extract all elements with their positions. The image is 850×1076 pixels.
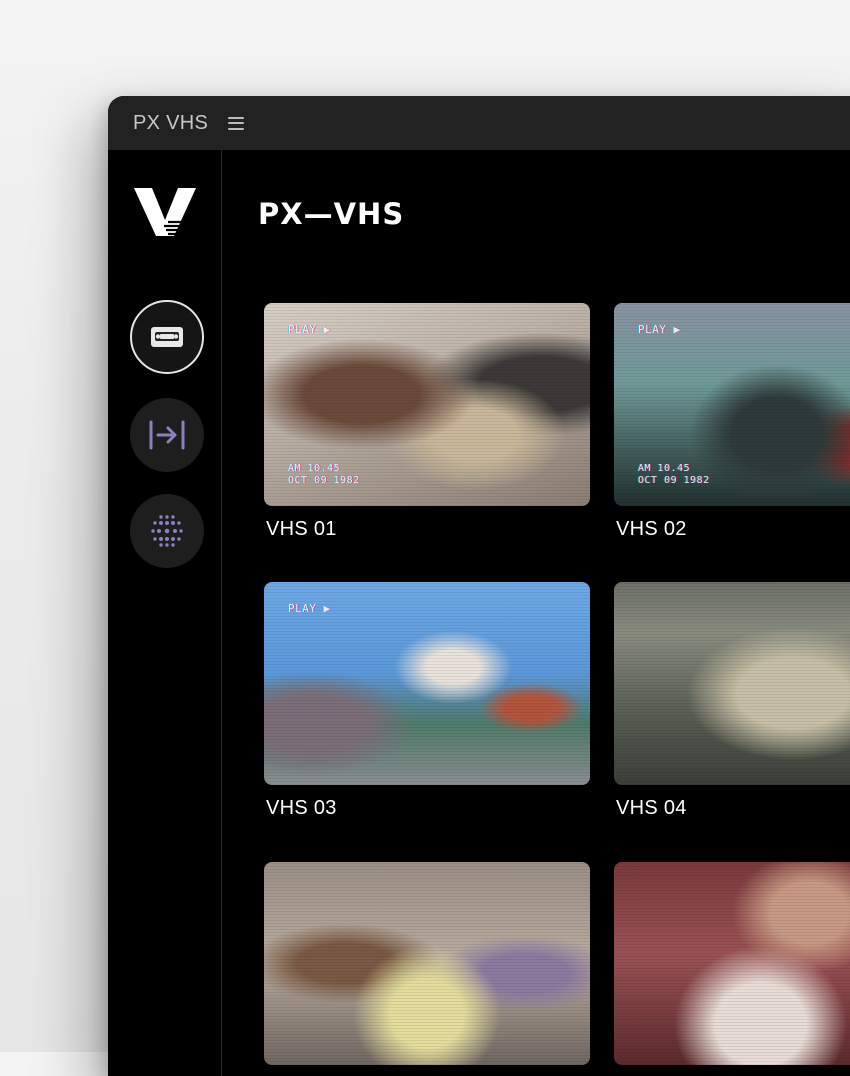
video-thumbnail[interactable] xyxy=(614,582,850,785)
play-indicator: PLAY ▶ xyxy=(288,602,331,615)
title-bar: PX VHS xyxy=(108,96,850,150)
timestamp: AM 10.45 OCT 09 1982 xyxy=(288,463,360,486)
video-thumbnail[interactable]: PLAY ▶ xyxy=(264,582,590,785)
arrow-into-bracket-icon xyxy=(149,420,185,450)
video-thumbnail[interactable]: PLAY ▶ AM 10.45 OCT 09 1982 xyxy=(614,303,850,506)
play-indicator: PLAY ▶ xyxy=(638,323,681,336)
app-title: PX VHS xyxy=(133,111,209,134)
video-title: VHS 02 xyxy=(616,518,687,540)
video-card[interactable] xyxy=(264,862,590,1065)
sidebar xyxy=(108,150,222,1076)
sidebar-item-cassette[interactable] xyxy=(130,300,204,374)
video-title: VHS 04 xyxy=(616,797,687,819)
sidebar-item-grain[interactable] xyxy=(130,494,204,568)
dot-grid-icon xyxy=(151,515,183,547)
menu-icon[interactable] xyxy=(228,116,245,130)
video-title: VHS 01 xyxy=(266,518,337,540)
video-card[interactable]: PLAY ▶ VHS 03 xyxy=(264,582,590,820)
video-card[interactable]: PLAY ▶ AM 10.45 OCT 09 1982 VHS 01 xyxy=(264,303,590,541)
video-thumbnail[interactable] xyxy=(614,862,850,1065)
video-card[interactable]: PLAY ▶ AM 10.45 OCT 09 1982 VHS 02 xyxy=(614,303,850,541)
video-title: VHS 03 xyxy=(266,797,337,819)
play-indicator: PLAY ▶ xyxy=(288,323,331,336)
video-card[interactable]: VHS 04 xyxy=(614,582,850,820)
sidebar-item-export[interactable] xyxy=(130,398,204,472)
vhs-cassette-icon xyxy=(151,327,183,347)
logo-icon xyxy=(134,188,196,236)
video-card[interactable] xyxy=(614,862,850,1065)
main-content: PX—VHS PLAY ▶ AM 10.45 OCT 09 1982 VHS 01… xyxy=(222,150,850,1076)
video-thumbnail[interactable] xyxy=(264,862,590,1065)
app-window: PX VHS PX—VHS PLAY ▶ AM 10.45 OCT 09 198… xyxy=(108,96,850,1076)
page-title: PX—VHS xyxy=(258,197,405,231)
timestamp: AM 10.45 OCT 09 1982 xyxy=(638,463,710,486)
video-thumbnail[interactable]: PLAY ▶ AM 10.45 OCT 09 1982 xyxy=(264,303,590,506)
